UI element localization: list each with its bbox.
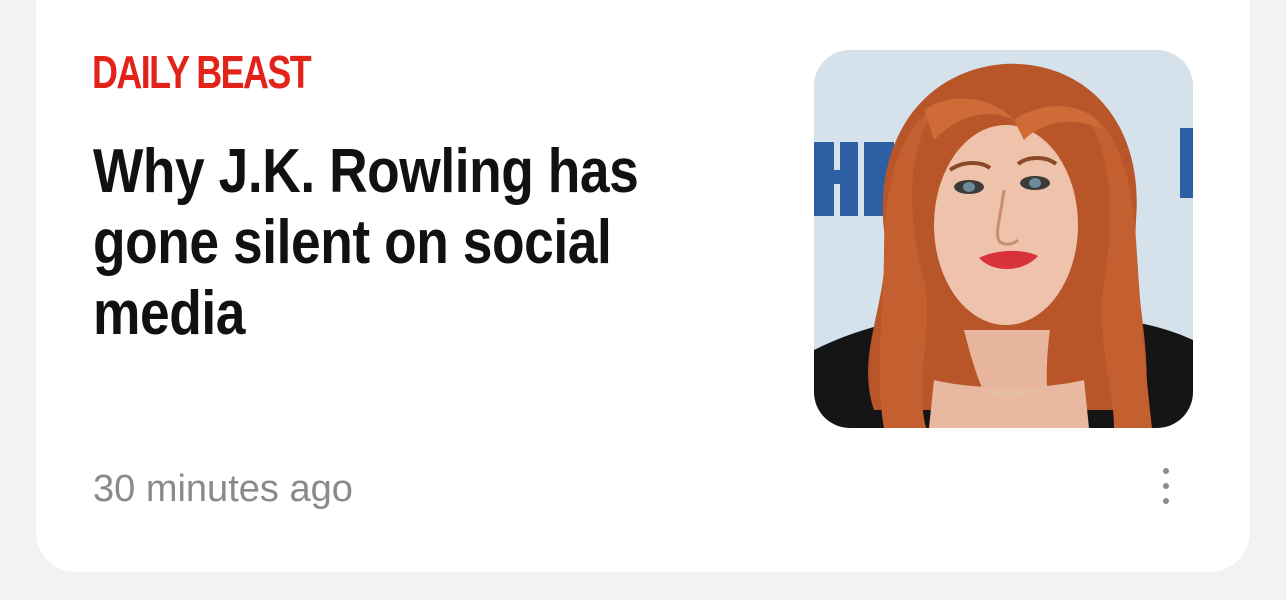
headline[interactable]: Why J.K. Rowling has gone silent on soci… — [93, 136, 643, 349]
timestamp: 30 minutes ago — [93, 468, 353, 510]
source-label: DAILY BEAST — [92, 46, 312, 98]
portrait-image — [814, 50, 1193, 428]
article-thumbnail[interactable] — [814, 50, 1193, 428]
more-options-button[interactable] — [1150, 464, 1182, 508]
more-vertical-icon — [1163, 468, 1169, 474]
